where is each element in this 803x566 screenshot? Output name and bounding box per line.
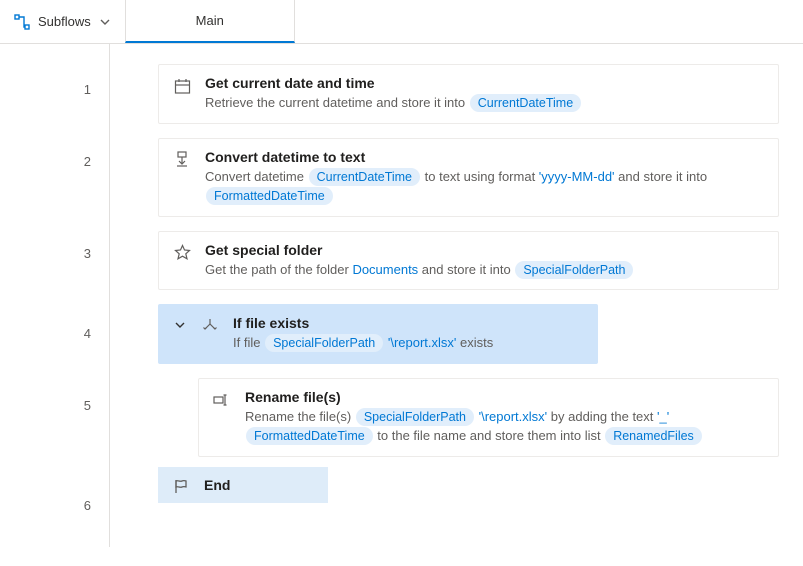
editor-body: 1 2 3 4 5 6 Get current date and time Re… (0, 44, 803, 547)
variable-token[interactable]: CurrentDateTime (309, 168, 420, 186)
action-description: If file SpecialFolderPath '\report.xlsx'… (233, 333, 493, 353)
desc-text: Get the path of the folder (205, 262, 352, 277)
variable-token[interactable]: FormattedDateTime (246, 427, 373, 445)
action-title: End (204, 477, 230, 493)
desc-text: Convert datetime (205, 169, 308, 184)
action-content: Get special folder Get the path of the f… (205, 242, 634, 280)
action-description: Rename the file(s) SpecialFolderPath '\r… (245, 407, 764, 446)
action-get-datetime[interactable]: Get current date and time Retrieve the c… (158, 64, 779, 124)
literal-text: 'yyyy-MM-dd' (539, 169, 615, 184)
variable-token[interactable]: CurrentDateTime (470, 94, 581, 112)
desc-text: to text using format (421, 169, 539, 184)
action-content: Convert datetime to text Convert datetim… (205, 149, 764, 206)
flag-icon (172, 477, 190, 495)
subflows-dropdown[interactable]: Subflows (0, 0, 125, 43)
line-number: 3 (0, 234, 109, 314)
link-text: Documents (352, 262, 418, 277)
action-title: Get special folder (205, 242, 634, 258)
chevron-down-icon (99, 16, 111, 28)
top-toolbar: Subflows Main (0, 0, 803, 44)
desc-text: Retrieve the current datetime and store … (205, 95, 469, 110)
action-title: Convert datetime to text (205, 149, 764, 165)
desc-text: If file (233, 335, 264, 350)
desc-text: to the file name and store them into lis… (374, 428, 605, 443)
desc-text: and store it into (615, 169, 708, 184)
action-description: Get the path of the folder Documents and… (205, 260, 634, 280)
star-icon (173, 244, 191, 262)
line-gutter: 1 2 3 4 5 6 (0, 44, 110, 547)
action-content: Rename file(s) Rename the file(s) Specia… (245, 389, 764, 446)
tab-main[interactable]: Main (125, 0, 295, 43)
action-content: If file exists If file SpecialFolderPath… (233, 315, 493, 353)
chevron-down-icon[interactable] (173, 318, 187, 332)
line-number: 1 (0, 70, 109, 142)
desc-text: by adding the text (547, 409, 657, 424)
action-description: Convert datetime CurrentDateTime to text… (205, 167, 764, 206)
action-convert-datetime[interactable]: Convert datetime to text Convert datetim… (158, 138, 779, 217)
action-title: If file exists (233, 315, 493, 331)
variable-token[interactable]: SpecialFolderPath (515, 261, 633, 279)
variable-token[interactable]: RenamedFiles (605, 427, 702, 445)
desc-text: Rename the file(s) (245, 409, 355, 424)
calendar-icon (173, 77, 191, 95)
line-number: 2 (0, 142, 109, 234)
action-get-special-folder[interactable]: Get special folder Get the path of the f… (158, 231, 779, 291)
branch-icon (201, 317, 219, 335)
variable-token[interactable]: SpecialFolderPath (265, 334, 383, 352)
action-end[interactable]: End (158, 467, 328, 503)
line-number: 4 (0, 314, 109, 386)
subflows-label: Subflows (38, 14, 91, 29)
tab-main-label: Main (196, 13, 224, 28)
desc-text: and store it into (418, 262, 514, 277)
desc-text: exists (456, 335, 493, 350)
line-number: 5 (0, 386, 109, 486)
variable-token[interactable]: SpecialFolderPath (356, 408, 474, 426)
action-if-file-exists[interactable]: If file exists If file SpecialFolderPath… (158, 304, 598, 364)
rename-icon (213, 391, 231, 409)
flow-canvas: Get current date and time Retrieve the c… (110, 44, 803, 547)
action-description: Retrieve the current datetime and store … (205, 93, 582, 113)
literal-text: '_' (657, 409, 669, 424)
action-content: Get current date and time Retrieve the c… (205, 75, 582, 113)
literal-text: '\report.xlsx' (388, 335, 457, 350)
action-rename-files[interactable]: Rename file(s) Rename the file(s) Specia… (198, 378, 779, 457)
action-title: Get current date and time (205, 75, 582, 91)
action-title: Rename file(s) (245, 389, 764, 405)
literal-text: '\report.xlsx' (479, 409, 548, 424)
line-number: 6 (0, 486, 109, 566)
convert-icon (173, 151, 191, 169)
variable-token[interactable]: FormattedDateTime (206, 187, 333, 205)
flow-icon (14, 14, 30, 30)
